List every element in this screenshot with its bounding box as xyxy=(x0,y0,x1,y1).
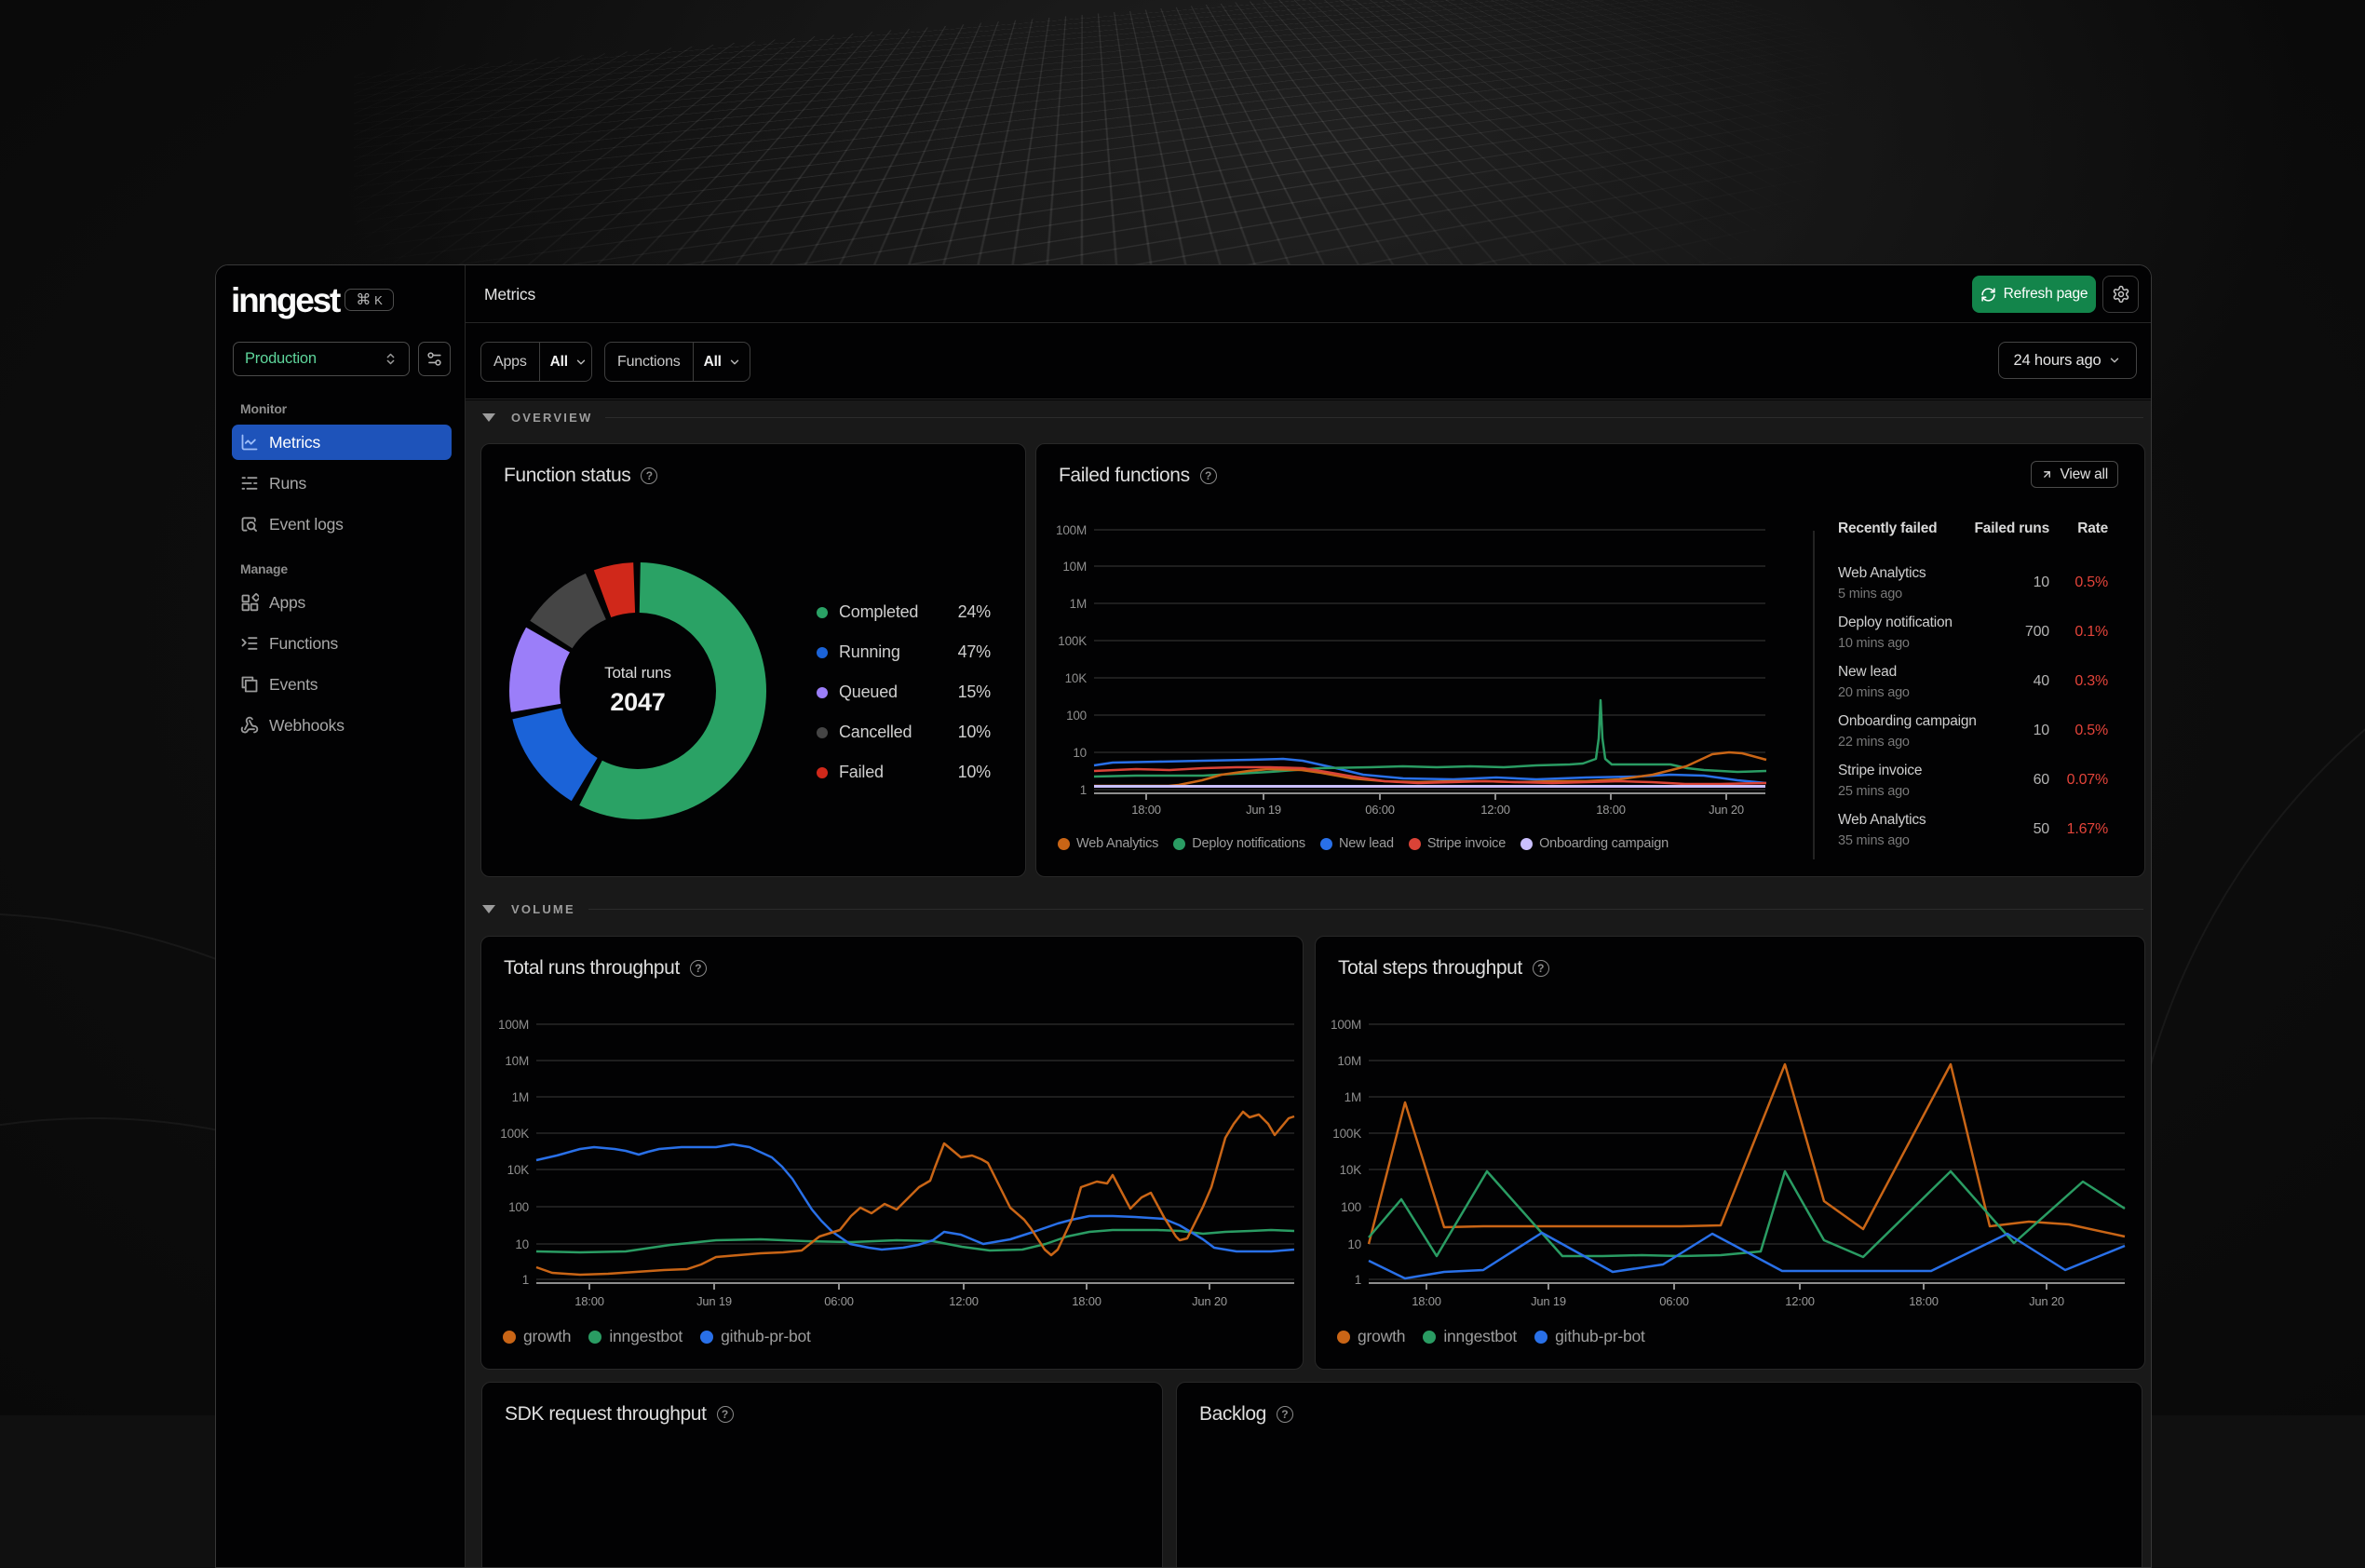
svg-text:Jun 20: Jun 20 xyxy=(1709,803,1744,817)
svg-text:100K: 100K xyxy=(500,1127,529,1141)
svg-text:100: 100 xyxy=(1066,709,1087,723)
svg-text:Jun 20: Jun 20 xyxy=(1192,1294,1227,1308)
svg-text:10: 10 xyxy=(1347,1237,1361,1251)
svg-text:1: 1 xyxy=(1080,783,1087,797)
svg-text:12:00: 12:00 xyxy=(1480,803,1510,817)
svg-text:06:00: 06:00 xyxy=(824,1294,854,1308)
svg-text:10K: 10K xyxy=(1340,1163,1362,1177)
svg-text:Jun 19: Jun 19 xyxy=(1246,803,1281,817)
svg-text:1M: 1M xyxy=(512,1090,529,1104)
svg-text:1: 1 xyxy=(522,1273,529,1287)
svg-text:1M: 1M xyxy=(1345,1090,1361,1104)
svg-text:1: 1 xyxy=(1355,1273,1361,1287)
svg-text:18:00: 18:00 xyxy=(1596,803,1626,817)
svg-text:06:00: 06:00 xyxy=(1659,1294,1689,1308)
svg-text:10M: 10M xyxy=(505,1054,529,1068)
svg-text:10K: 10K xyxy=(1065,671,1088,685)
svg-text:18:00: 18:00 xyxy=(1909,1294,1939,1308)
svg-text:06:00: 06:00 xyxy=(1365,803,1395,817)
svg-text:100: 100 xyxy=(1341,1200,1361,1214)
svg-text:100K: 100K xyxy=(1058,634,1087,648)
svg-text:18:00: 18:00 xyxy=(1131,803,1161,817)
svg-text:100M: 100M xyxy=(1331,1018,1361,1032)
svg-text:100K: 100K xyxy=(1332,1127,1361,1141)
svg-text:10: 10 xyxy=(515,1237,529,1251)
svg-text:10M: 10M xyxy=(1062,560,1087,574)
svg-text:10K: 10K xyxy=(507,1163,530,1177)
svg-text:12:00: 12:00 xyxy=(1785,1294,1815,1308)
svg-text:18:00: 18:00 xyxy=(574,1294,604,1308)
svg-text:18:00: 18:00 xyxy=(1072,1294,1101,1308)
svg-text:10: 10 xyxy=(1073,746,1087,760)
svg-text:Jun 19: Jun 19 xyxy=(1531,1294,1566,1308)
svg-text:18:00: 18:00 xyxy=(1412,1294,1441,1308)
svg-text:100: 100 xyxy=(508,1200,529,1214)
svg-text:Jun 20: Jun 20 xyxy=(2029,1294,2064,1308)
svg-text:100M: 100M xyxy=(1056,523,1087,537)
svg-text:12:00: 12:00 xyxy=(949,1294,979,1308)
svg-text:Jun 19: Jun 19 xyxy=(696,1294,732,1308)
svg-text:1M: 1M xyxy=(1070,597,1087,611)
svg-text:10M: 10M xyxy=(1337,1054,1361,1068)
svg-text:100M: 100M xyxy=(498,1018,529,1032)
